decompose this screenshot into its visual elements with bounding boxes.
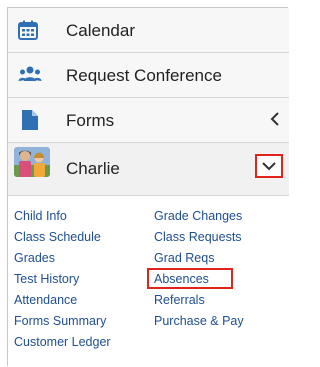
document-icon [22,110,42,130]
people-icon [18,65,42,85]
link-class-requests[interactable]: Class Requests [154,227,244,248]
nav-item-request-conference[interactable]: Request Conference [8,53,289,98]
link-purchase-pay[interactable]: Purchase & Pay [154,311,244,332]
nav-label-forms: Forms [66,111,115,130]
chevron-left-icon[interactable] [270,111,280,131]
nav-item-calendar[interactable]: Calendar [8,8,289,53]
link-customer-ledger[interactable]: Customer Ledger [14,332,111,353]
link-grade-changes[interactable]: Grade Changes [154,206,244,227]
calendar-icon [18,20,38,40]
link-forms-summary[interactable]: Forms Summary [14,311,111,332]
nav-label-calendar: Calendar [66,21,135,40]
link-attendance[interactable]: Attendance [14,290,111,311]
student-avatar [14,147,50,177]
link-child-info[interactable]: Child Info [14,206,111,227]
link-class-schedule[interactable]: Class Schedule [14,227,111,248]
nav-item-forms[interactable]: Forms [8,98,289,143]
absences-highlight-box [147,268,233,289]
student-name: Charlie [66,159,120,178]
student-links: Child Info Class Schedule Grades Test Hi… [8,196,289,367]
student-expand-toggle[interactable] [255,154,283,178]
link-grad-reqs[interactable]: Grad Reqs [154,248,244,269]
navigation-panel: Calendar Request Conference Forms Charli… [7,7,289,367]
nav-label-request-conference: Request Conference [66,66,222,85]
chevron-down-icon [262,162,276,171]
link-grades[interactable]: Grades [14,248,111,269]
link-test-history[interactable]: Test History [14,269,111,290]
student-item-charlie[interactable]: Charlie [8,143,289,196]
link-referrals[interactable]: Referrals [154,290,244,311]
student-links-column-1: Child Info Class Schedule Grades Test Hi… [14,206,111,353]
